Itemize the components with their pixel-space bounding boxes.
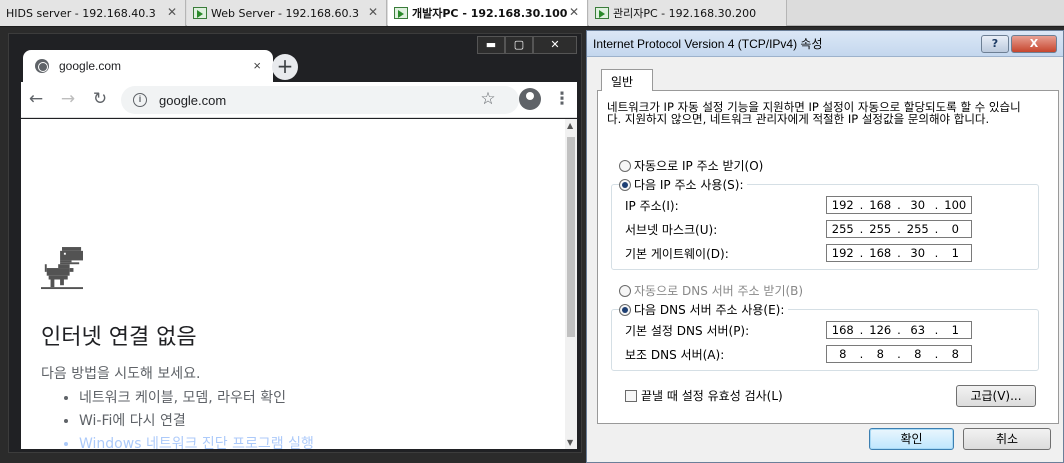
octet: 30 bbox=[910, 198, 926, 212]
octet: 126 bbox=[869, 323, 892, 337]
vm-tab-label: 관리자PC - 192.168.30.200 bbox=[613, 7, 757, 20]
validate-label: 끝낼 때 설정 유효성 검사(L) bbox=[641, 389, 783, 403]
preferred-dns-field[interactable]: 168. 126. 63. 1 bbox=[826, 321, 972, 339]
forward-icon[interactable]: → bbox=[57, 88, 79, 110]
chrome-window: ▬ ▢ ✕ google.com × + ← → ↻ i google.com … bbox=[8, 33, 582, 453]
suggestion-list: 네트워크 케이블, 모뎀, 라우터 확인 Wi-Fi에 다시 연결 Window… bbox=[79, 387, 314, 449]
offline-dino-icon bbox=[41, 247, 83, 290]
dns-auto-radio[interactable]: 자동으로 DNS 서버 주소 받기(B) bbox=[619, 282, 808, 299]
radio-icon bbox=[619, 178, 631, 191]
back-icon[interactable]: ← bbox=[25, 88, 47, 110]
checkbox-icon bbox=[625, 389, 637, 402]
octet: 63 bbox=[910, 323, 926, 337]
octet: 168 bbox=[869, 198, 892, 212]
page-scrollbar[interactable]: ▲ ▼ bbox=[565, 119, 577, 449]
octet: 1 bbox=[951, 246, 959, 260]
new-tab-button[interactable]: + bbox=[272, 54, 298, 80]
vm-tab-label: HIDS server - 192.168.40.3 bbox=[6, 6, 156, 20]
octet: 255 bbox=[831, 222, 854, 236]
ip-address-field[interactable]: 192. 168. 30. 100 bbox=[826, 196, 972, 214]
ip-manual-label: 다음 IP 주소 사용(S): bbox=[634, 178, 744, 192]
browser-toolbar: ← → ↻ i google.com ☆ ⋮ bbox=[21, 82, 577, 118]
octet: 168 bbox=[869, 246, 892, 260]
close-icon[interactable]: ✕ bbox=[569, 5, 579, 19]
validate-on-exit-checkbox[interactable]: 끝낼 때 설정 유효성 검사(L) bbox=[625, 387, 783, 404]
close-icon[interactable]: ✕ bbox=[167, 5, 177, 19]
ok-button[interactable]: 확인 bbox=[869, 428, 954, 450]
ip-manual-radio[interactable]: 다음 IP 주소 사용(S): bbox=[619, 176, 748, 193]
info-icon[interactable]: i bbox=[133, 93, 147, 107]
radio-icon bbox=[619, 159, 631, 172]
vm-tab-label: Web Server - 192.168.60.3 bbox=[211, 6, 359, 20]
maximize-button[interactable]: ▢ bbox=[505, 36, 533, 54]
ip-address-label: IP 주소(I): bbox=[625, 199, 679, 213]
ip-auto-radio[interactable]: 자동으로 IP 주소 받기(O) bbox=[619, 157, 768, 174]
scroll-up-icon[interactable]: ▲ bbox=[567, 121, 573, 130]
list-item: 네트워크 케이블, 모뎀, 라우터 확인 bbox=[79, 387, 314, 410]
octet: 255 bbox=[906, 222, 929, 236]
close-button[interactable]: X bbox=[1011, 35, 1057, 53]
vm-tab-admin[interactable]: 관리자PC - 192.168.30.200 bbox=[589, 0, 787, 26]
list-item[interactable]: Windows 네트워크 진단 프로그램 실행 bbox=[79, 433, 314, 449]
octet: 30 bbox=[910, 246, 926, 260]
vm-tab-label: 개발자PC - 192.168.30.100 bbox=[412, 7, 568, 20]
subnet-mask-field[interactable]: 255. 255. 255. 0 bbox=[826, 220, 972, 238]
gateway-field[interactable]: 192. 168. 30. 1 bbox=[826, 244, 972, 262]
page-content: 인터넷 연결 없음 다음 방법을 시도해 보세요. 네트워크 케이블, 모뎀, … bbox=[21, 119, 565, 449]
dns-auto-label: 자동으로 DNS 서버 주소 받기(B) bbox=[634, 284, 804, 298]
browser-tab[interactable]: google.com × bbox=[23, 50, 273, 82]
tab-general[interactable]: 일반 bbox=[601, 69, 653, 91]
ip-auto-label: 자동으로 IP 주소 받기(O) bbox=[634, 159, 764, 173]
error-title: 인터넷 연결 없음 bbox=[41, 325, 197, 350]
dialog-description: 네트워크가 IP 자동 설정 기능을 지원하면 IP 설정이 자동으로 할당되도… bbox=[607, 100, 1021, 126]
tab-close-icon[interactable]: × bbox=[253, 58, 261, 73]
address-text: google.com bbox=[159, 92, 227, 108]
cancel-button[interactable]: 취소 bbox=[963, 428, 1051, 450]
octet: 255 bbox=[869, 222, 892, 236]
bookmark-star-icon[interactable]: ☆ bbox=[477, 88, 499, 110]
vm-tab-bar: HIDS server - 192.168.40.3 ✕ Web Server … bbox=[0, 0, 1064, 26]
octet: 8 bbox=[876, 347, 884, 361]
octet: 0 bbox=[951, 222, 959, 236]
browser-tab-title: google.com bbox=[59, 59, 122, 73]
reload-icon[interactable]: ↻ bbox=[89, 88, 111, 110]
octet: 1 bbox=[951, 323, 959, 337]
scrollbar-thumb[interactable] bbox=[567, 137, 575, 337]
vm-tab-web[interactable]: Web Server - 192.168.60.3 ✕ bbox=[187, 0, 387, 26]
error-subtitle: 다음 방법을 시도해 보세요. bbox=[41, 366, 201, 382]
octet: 100 bbox=[944, 198, 967, 212]
globe-icon bbox=[35, 59, 49, 73]
profile-avatar-icon[interactable] bbox=[519, 88, 541, 110]
octet: 168 bbox=[831, 323, 854, 337]
octet: 192 bbox=[831, 246, 854, 260]
vm-tab-hids[interactable]: HIDS server - 192.168.40.3 ✕ bbox=[0, 0, 186, 26]
minimize-button[interactable]: ▬ bbox=[477, 36, 505, 54]
vm-icon bbox=[595, 7, 609, 19]
vm-icon bbox=[394, 7, 408, 19]
radio-icon bbox=[619, 284, 631, 297]
octet: 192 bbox=[831, 198, 854, 212]
octet: 8 bbox=[914, 347, 922, 361]
address-bar[interactable]: i google.com bbox=[121, 86, 519, 114]
ipv4-properties-dialog: Internet Protocol Version 4 (TCP/IPv4) 속… bbox=[586, 30, 1064, 463]
radio-icon bbox=[619, 303, 631, 316]
advanced-button[interactable]: 고급(V)... bbox=[956, 385, 1036, 407]
close-icon[interactable]: ✕ bbox=[368, 5, 378, 19]
vm-tab-dev[interactable]: 개발자PC - 192.168.30.100 ✕ bbox=[388, 0, 588, 26]
close-window-button[interactable]: ✕ bbox=[533, 36, 577, 54]
subnet-mask-label: 서브넷 마스크(U): bbox=[625, 223, 718, 237]
alternate-dns-field[interactable]: 8. 8. 8. 8 bbox=[826, 345, 972, 363]
dns-manual-label: 다음 DNS 서버 주소 사용(E): bbox=[634, 303, 785, 317]
octet: 8 bbox=[951, 347, 959, 361]
dns-manual-radio[interactable]: 다음 DNS 서버 주소 사용(E): bbox=[619, 301, 789, 318]
alternate-dns-label: 보조 DNS 서버(A): bbox=[625, 348, 725, 362]
octet: 8 bbox=[839, 347, 847, 361]
vm-icon bbox=[193, 7, 207, 19]
help-button[interactable]: ? bbox=[981, 35, 1009, 53]
gateway-label: 기본 게이트웨이(D): bbox=[625, 247, 729, 261]
preferred-dns-label: 기본 설정 DNS 서버(P): bbox=[625, 324, 750, 338]
menu-kebab-icon[interactable]: ⋮ bbox=[551, 88, 573, 110]
scroll-down-icon[interactable]: ▼ bbox=[567, 438, 573, 447]
list-item: Wi-Fi에 다시 연결 bbox=[79, 410, 314, 433]
